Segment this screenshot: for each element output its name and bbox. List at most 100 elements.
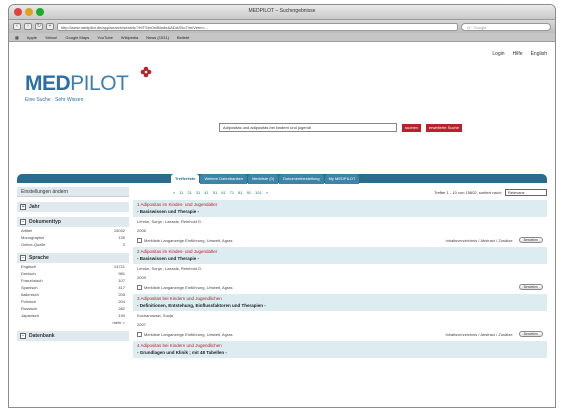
page-link[interactable]: 71 [230, 190, 234, 195]
tab-my-medpilot[interactable]: My MEDPILOT [324, 174, 360, 184]
add-bookmark-icon[interactable]: + [46, 23, 54, 30]
result-authors: Lehrke, Sonja ; Laessle, Reinhold G. [137, 219, 203, 224]
tab-results[interactable]: Trefferliste [171, 174, 200, 184]
page-link[interactable]: 51 [213, 190, 217, 195]
browser-search-field[interactable]: Q~ Google [461, 22, 551, 31]
results-summary: Treffer 1 - 10 von 15602, sortiert nach:… [434, 189, 547, 196]
facet-item[interactable]: Deutsch 981 [17, 270, 129, 277]
advanced-search-button[interactable]: erweiterte Suche [425, 123, 462, 132]
facet-item[interactable]: Monographie 139 [17, 234, 129, 241]
bookmark-item[interactable]: Yahoo! [45, 35, 57, 40]
help-link[interactable]: Hilfe [513, 51, 523, 57]
result-subtitle: - Grundlagen und Klinik ; mit 48 Tabelle… [137, 350, 227, 355]
facet-item[interactable]: Französisch 107 [17, 277, 129, 284]
page-link[interactable]: 31 [196, 190, 200, 195]
result-item: 3 Adipositas bei Kindern und Jugendliche… [133, 294, 547, 339]
search-input[interactable]: Adipositas und adipositas bei kindern un… [219, 123, 397, 132]
bookmark-item[interactable]: YouTube [97, 35, 113, 40]
result-item: 1 Adipositas im Kindes- und Jugendalter … [133, 200, 547, 245]
facet-section-year[interactable]: + Jahr [17, 202, 129, 212]
facet-item[interactable]: Italienisch 205 [17, 291, 129, 298]
logo-tagline: Eine Suche · Sehr Wissen [25, 97, 84, 103]
collapse-icon[interactable]: − [20, 333, 26, 339]
result-checkbox[interactable] [137, 284, 142, 290]
result-links[interactable]: Inhaltsverzeichnis / Abstract / Zusätze [445, 332, 512, 337]
medpilot-logo[interactable]: MEDPILOT [25, 72, 129, 96]
bookmark-item[interactable]: Beliebt [177, 35, 189, 40]
collapse-icon[interactable]: − [20, 219, 26, 225]
facet-section-doctype[interactable]: − Dokumenttyp [17, 217, 129, 227]
facet-item[interactable]: Spanisch 417 [17, 284, 129, 291]
page-link[interactable]: 21 [187, 190, 191, 195]
collapse-icon[interactable]: − [20, 255, 26, 261]
facet-item[interactable]: Russisch 282 [17, 305, 129, 312]
bookmarks-grid-icon[interactable]: ▦ [15, 35, 19, 40]
result-checkbox[interactable] [137, 331, 142, 337]
facet-item[interactable]: Englisch 14721 [17, 263, 129, 270]
result-checkbox[interactable] [137, 237, 142, 243]
result-tags[interactable]: Merkliste Langanzeige Einführung, Umwelt… [144, 332, 233, 337]
result-year: 2006 [137, 228, 146, 233]
bookmarks-bar: ▦ Apple Yahoo! Google Maps YouTube Wikip… [9, 33, 555, 42]
reload-icon[interactable]: ↻ [35, 23, 43, 30]
order-button[interactable]: Bestellen [518, 331, 543, 337]
hit-count-text: Treffer 1 - 10 von 15602, sortiert nach: [433, 190, 502, 195]
logo-flower-icon [140, 66, 152, 78]
tab-more-databases[interactable]: Weitere Datenbanken [200, 174, 248, 184]
result-title-link[interactable]: 3 Adipositas bei Kindern und Jugendliche… [137, 296, 543, 301]
browser-window: MEDPILOT – Suchergebnisse ‹ › ↻ + http:/… [8, 4, 556, 408]
search-button[interactable]: suchen [402, 123, 421, 132]
page-link[interactable]: 41 [204, 190, 208, 195]
result-item: 4 Adipositas bei Kindern und Jugendliche… [133, 341, 547, 358]
result-links[interactable]: Inhaltsverzeichnis / Abstract / Zusätze [445, 238, 512, 243]
facet-section-language[interactable]: − Sprache [17, 253, 129, 263]
sort-select[interactable]: Relevanz [505, 189, 547, 196]
result-subtitle: - Basiswissen und Therapie - [137, 256, 200, 261]
order-button[interactable]: Bestellen [518, 284, 543, 290]
window-title: MEDPILOT – Suchergebnisse [248, 8, 316, 14]
login-link[interactable]: Login [492, 51, 504, 57]
back-icon[interactable]: ‹ [13, 23, 21, 30]
result-item: 2 Adipositas im Kindes- und Jugendalter … [133, 247, 547, 292]
result-tags[interactable]: Merkliste Langanzeige Einführung, Umwelt… [144, 238, 233, 243]
result-title-link[interactable]: 2 Adipositas im Kindes- und Jugendalter [137, 249, 543, 254]
title-bar: MEDPILOT – Suchergebnisse [9, 5, 555, 20]
page-next-link[interactable]: » [266, 190, 268, 195]
result-tags[interactable]: Merkliste Langanzeige Einführung, Umwelt… [144, 285, 233, 290]
english-link[interactable]: English [531, 51, 547, 57]
bookmark-item[interactable]: Google Maps [65, 35, 89, 40]
bookmark-item[interactable]: Wikipedia [121, 35, 138, 40]
page-link[interactable]: 101 [255, 190, 262, 195]
filter-sidebar: Einstellungen ändern + Jahr − Dokumentty… [17, 187, 129, 341]
result-title-link[interactable]: 4 Adipositas bei Kindern und Jugendliche… [137, 343, 543, 348]
facet-item[interactable]: Artikel 15032 [17, 227, 129, 234]
page-link[interactable]: 91 [247, 190, 251, 195]
tabs: Trefferliste Weitere Datenbanken Merklis… [171, 174, 360, 184]
result-title-link[interactable]: 1 Adipositas im Kindes- und Jugendalter [137, 202, 543, 207]
address-bar[interactable]: http://www.medpilot.de/app/search/search… [57, 22, 458, 31]
pagination: « 11 21 31 41 51 61 71 81 91 101 » [173, 190, 268, 195]
change-settings-link[interactable]: Einstellungen ändern [17, 187, 129, 197]
order-button[interactable]: Bestellen [518, 237, 543, 243]
result-year: 2007 [137, 322, 146, 327]
page-first-link[interactable]: « [173, 190, 175, 195]
result-authors: Kochanowski, Sonja [137, 313, 174, 318]
bookmark-item[interactable]: Apple [27, 35, 37, 40]
facet-item[interactable]: Polnisch 204 [17, 298, 129, 305]
result-authors: Lehrke, Sonja ; Laessle, Reinhold G. [137, 266, 203, 271]
page-link[interactable]: 81 [238, 190, 242, 195]
page-link[interactable]: 61 [221, 190, 225, 195]
top-links: Login Hilfe English [492, 51, 547, 57]
bookmark-item[interactable]: News (1031) [146, 35, 169, 40]
result-subtitle: - Definitionen, Entstehung, Einflussfakt… [137, 303, 266, 308]
forward-icon[interactable]: › [24, 23, 32, 30]
more-languages-link[interactable]: mehr > [17, 319, 129, 326]
tab-document-order[interactable]: Dokumentbestellung [279, 174, 324, 184]
facet-item[interactable]: Japanisch 190 [17, 312, 129, 319]
facet-item[interactable]: Online-Quelle 3 [17, 241, 129, 248]
page-link[interactable]: 11 [179, 190, 183, 195]
page-content: Login Hilfe English MEDPILOT Eine Suche … [9, 42, 555, 407]
tab-watchlist[interactable]: Merkliste (0) [248, 174, 279, 184]
expand-icon[interactable]: + [20, 204, 26, 210]
facet-section-database[interactable]: − Datenbank [17, 331, 129, 341]
